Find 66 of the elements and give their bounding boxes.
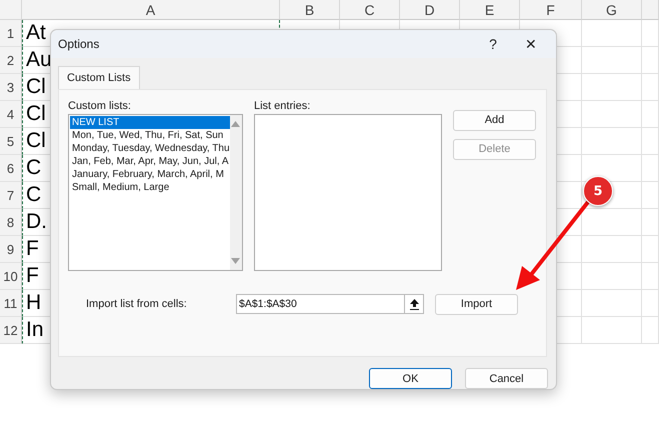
- list-item[interactable]: Small, Medium, Large: [70, 180, 230, 194]
- grid-cell: [582, 236, 642, 263]
- grid-cell: [642, 101, 659, 128]
- grid-cell: [582, 101, 642, 128]
- row-header[interactable]: 2: [0, 47, 22, 74]
- dialog-button[interactable]: OK: [369, 368, 452, 389]
- grid-cell: [582, 317, 642, 344]
- column-header[interactable]: E: [460, 0, 520, 20]
- row-header[interactable]: 7: [0, 182, 22, 209]
- upload-arrow-icon: [410, 298, 418, 310]
- row-header[interactable]: 9: [0, 236, 22, 263]
- step-badge: 5: [583, 176, 613, 206]
- grid-cell: [642, 128, 659, 155]
- close-button[interactable]: ✕: [514, 32, 548, 56]
- column-header[interactable]: G: [582, 0, 642, 20]
- grid-cell: [582, 47, 642, 74]
- column-header[interactable]: [642, 0, 659, 20]
- row-header[interactable]: 5: [0, 128, 22, 155]
- dialog-button[interactable]: Add: [453, 110, 536, 131]
- grid-cell: [582, 128, 642, 155]
- row-header[interactable]: 12: [0, 317, 22, 344]
- grid-cell: [642, 317, 659, 344]
- column-header[interactable]: B: [280, 0, 340, 20]
- grid-cell: [642, 182, 659, 209]
- grid-cell: [642, 209, 659, 236]
- column-header[interactable]: A: [22, 0, 280, 20]
- grid-cell: [642, 20, 659, 47]
- row-header[interactable]: 10: [0, 263, 22, 290]
- field-label: Custom lists:: [68, 100, 132, 112]
- grid-cell: [582, 209, 642, 236]
- list-item[interactable]: Monday, Tuesday, Wednesday, Thu: [70, 142, 230, 155]
- grid-cell: [582, 263, 642, 290]
- list-item[interactable]: January, February, March, April, M: [70, 168, 230, 181]
- tab[interactable]: Custom Lists: [58, 66, 140, 89]
- grid-cell: [642, 263, 659, 290]
- row-header[interactable]: 4: [0, 101, 22, 128]
- dialog-button[interactable]: Cancel: [465, 368, 548, 389]
- scroll-up-icon[interactable]: [231, 120, 240, 127]
- row-header[interactable]: 1: [0, 20, 22, 47]
- row-header[interactable]: 6: [0, 155, 22, 182]
- grid-cell: [642, 290, 659, 317]
- column-header[interactable]: C: [340, 0, 400, 20]
- row-header[interactable]: 3: [0, 74, 22, 101]
- field-label: Import list from cells:: [85, 298, 188, 310]
- grid-cell: [582, 290, 642, 317]
- import-button[interactable]: Import: [435, 294, 518, 315]
- select-all-corner[interactable]: [0, 0, 22, 20]
- grid-cell: [582, 74, 642, 101]
- grid-cell: [642, 236, 659, 263]
- row-header[interactable]: 11: [0, 290, 22, 317]
- help-button[interactable]: ?: [476, 32, 510, 56]
- grid-cell: [642, 74, 659, 101]
- column-header[interactable]: F: [520, 0, 582, 20]
- range-input-field[interactable]: $A$1:$A$30: [236, 294, 404, 314]
- list-item[interactable]: Mon, Tue, Wed, Thu, Fri, Sat, Sun: [70, 128, 230, 142]
- list-item[interactable]: NEW LIST: [70, 116, 230, 129]
- column-header[interactable]: D: [400, 0, 460, 20]
- grid-cell: [642, 155, 659, 182]
- list-entries-field[interactable]: [254, 114, 442, 271]
- grid-cell: [642, 47, 659, 74]
- custom-lists-listbox[interactable]: NEW LIST Mon, Tue, Wed, Thu, Fri, Sat, Sun Monday, Tuesday, Wednesday, Thu Jan, Feb, Mar, Apr, May, Jun, Jul, A January, February, March, April, M Small, Medium, Large: [68, 114, 243, 271]
- collapse-button[interactable]: [404, 294, 424, 314]
- row-header[interactable]: 8: [0, 209, 22, 236]
- list-item[interactable]: Jan, Feb, Mar, Apr, May, Jun, Jul, A: [70, 154, 230, 168]
- scroll-down-icon[interactable]: [231, 258, 240, 264]
- grid-cell: [582, 20, 642, 47]
